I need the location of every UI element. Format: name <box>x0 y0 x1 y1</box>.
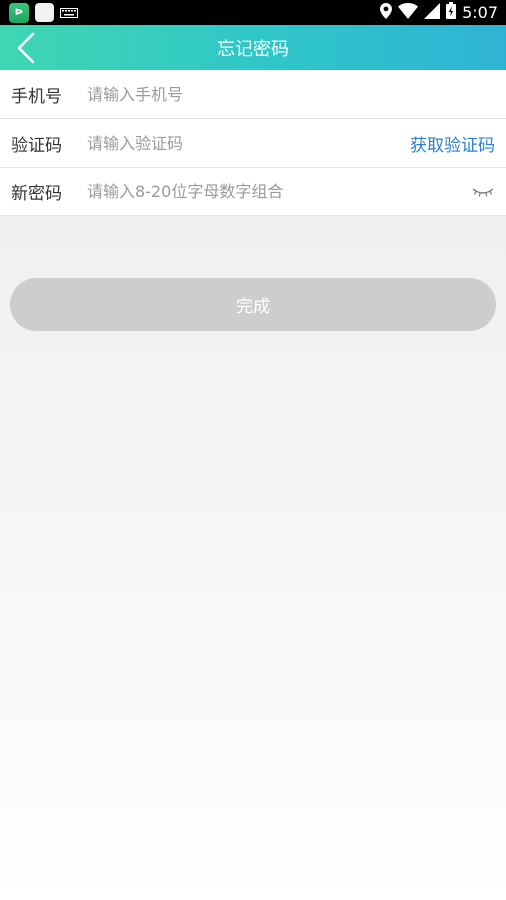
status-bar-right: 5:07 <box>380 2 498 23</box>
eye-closed-icon[interactable] <box>471 185 495 199</box>
status-bar-left: ᐅ <box>9 2 78 23</box>
wifi-icon <box>398 2 419 23</box>
new-password-input[interactable] <box>87 182 471 201</box>
status-bar: ᐅ 5:07 <box>0 0 506 25</box>
battery-icon <box>446 2 457 23</box>
nav-bar: 忘记密码 <box>0 25 506 70</box>
back-button[interactable] <box>6 25 46 70</box>
page-title: 忘记密码 <box>217 38 289 60</box>
code-row: 验证码 获取验证码 <box>0 119 506 168</box>
verification-code-input[interactable] <box>87 133 410 153</box>
code-label: 验证码 <box>11 135 62 156</box>
password-label: 新密码 <box>11 184 62 204</box>
phone-label: 手机号 <box>11 86 62 107</box>
password-row: 新密码 <box>0 168 506 216</box>
app-notification-icon: ᐅ <box>9 2 29 23</box>
phone-row: 手机号 <box>0 70 506 119</box>
location-icon <box>380 2 393 23</box>
signal-icon <box>424 2 441 23</box>
chevron-left-icon <box>17 32 35 63</box>
status-time: 5:07 <box>462 3 498 22</box>
reset-password-form: 手机号 验证码 获取验证码 新密码 <box>0 70 506 216</box>
blank-app-icon <box>35 3 54 22</box>
keyboard-icon <box>60 7 78 19</box>
done-button[interactable]: 完成 <box>10 278 496 331</box>
phone-input[interactable] <box>87 84 495 104</box>
get-code-button[interactable]: 获取验证码 <box>410 131 495 156</box>
